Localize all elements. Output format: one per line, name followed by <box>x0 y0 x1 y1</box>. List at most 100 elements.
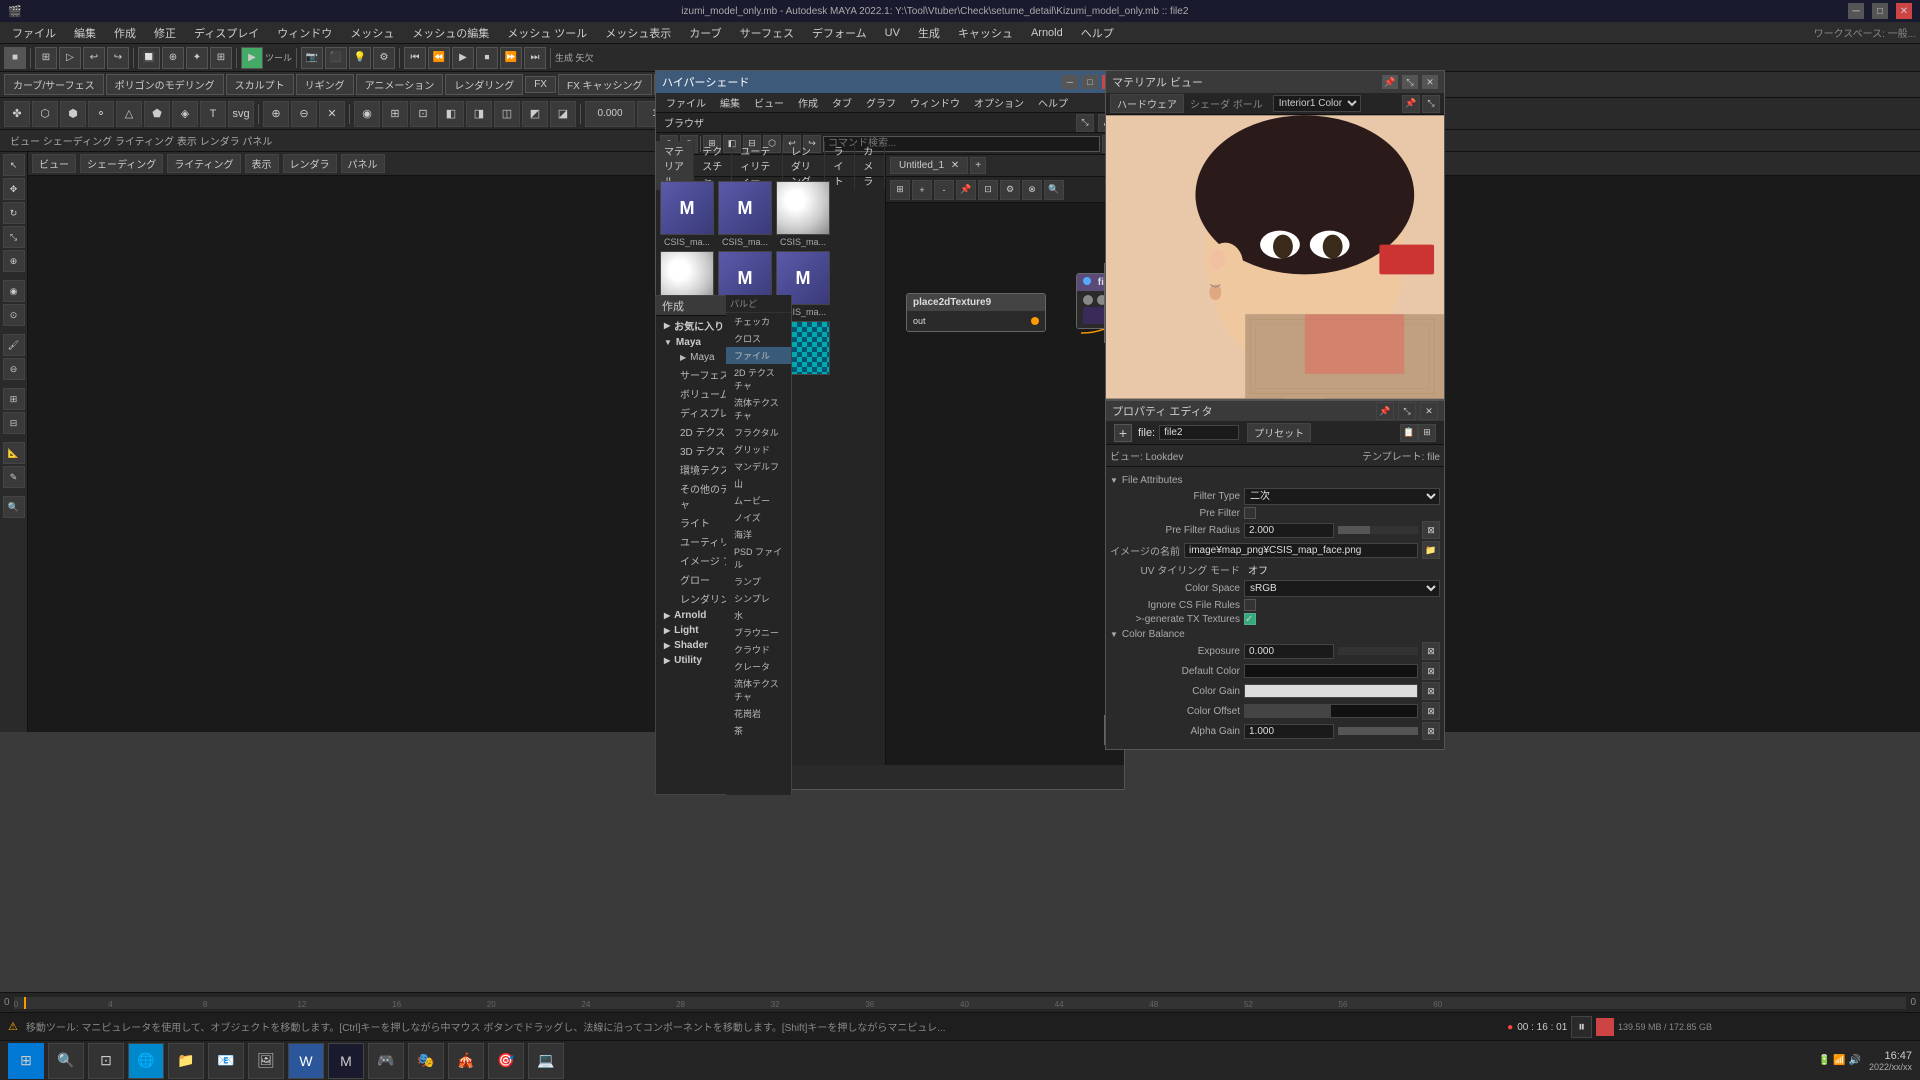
shelf-tab-polygon[interactable]: ポリゴンのモデリング <box>106 74 224 95</box>
taskbar-app-5[interactable]: 💻 <box>528 1043 564 1079</box>
playback-end[interactable]: ⏭ <box>524 47 546 69</box>
property-editor[interactable]: プロパティ エディタ 📌 ⤡ ✕ + file: プリセット 📋 ⊞ ビュー: … <box>1105 400 1445 750</box>
task-view-button[interactable]: ⊡ <box>88 1043 124 1079</box>
mp-pin[interactable]: 📌 <box>1382 75 1398 89</box>
place2d-node[interactable]: place2dTexture9 out <box>906 293 1046 332</box>
menu-display[interactable]: ディスプレイ <box>186 23 267 43</box>
playback-stop-btn[interactable] <box>1596 1018 1614 1036</box>
playback-stop[interactable]: ⏹ <box>476 47 498 69</box>
menu-help[interactable]: ヘルプ <box>1073 23 1122 43</box>
ng-filter[interactable]: ⊗ <box>1022 180 1042 200</box>
pe-pre-filter-checkbox[interactable] <box>1244 507 1256 519</box>
pe-imgname-input[interactable] <box>1184 543 1418 558</box>
menu-arnold[interactable]: Arnold <box>1023 25 1071 41</box>
vp-panel[interactable]: パネル <box>341 154 385 173</box>
menu-modify[interactable]: 修正 <box>146 23 184 43</box>
nc-shelf-grid[interactable]: グリッド <box>726 441 791 458</box>
lt-grid[interactable]: ⊞ <box>3 388 25 410</box>
menu-create[interactable]: 作成 <box>106 23 144 43</box>
mp-expand[interactable]: ⤡ <box>1402 75 1418 89</box>
lt-rotate[interactable]: ↻ <box>3 202 25 224</box>
pe-file-input[interactable] <box>1159 425 1239 440</box>
pe-dc-reset[interactable]: ⊠ <box>1422 662 1440 680</box>
taskbar-app-2[interactable]: 🎭 <box>408 1043 444 1079</box>
ng-search[interactable]: 🔍 <box>1044 180 1064 200</box>
maya-taskbar[interactable]: M <box>328 1043 364 1079</box>
pe-pfr-input[interactable] <box>1244 523 1334 538</box>
mp-expand2[interactable]: ⤡ <box>1422 95 1440 113</box>
edge-browser[interactable]: 🌐 <box>128 1043 164 1079</box>
mp-close[interactable]: ✕ <box>1422 75 1438 89</box>
nc-shelf-browny[interactable]: ブラウニー <box>726 624 791 641</box>
nc-shelf-tea[interactable]: 茶 <box>726 722 791 739</box>
mp-preset-select[interactable]: Interior1 Color <box>1273 95 1361 112</box>
material-preview-window[interactable]: マテリアル ビュー 📌 ⤡ ✕ ハードウェア シェーダ ボール Interior… <box>1105 70 1445 400</box>
pe-tb-1[interactable]: 📋 <box>1400 424 1418 442</box>
lt-search[interactable]: 🔍 <box>3 496 25 518</box>
ng-settings[interactable]: ⚙ <box>1000 180 1020 200</box>
shelf-tab-rigging[interactable]: リギング <box>296 74 354 95</box>
shelf-icon-19[interactable]: ◩ <box>522 101 548 127</box>
pe-cg-swatch[interactable] <box>1244 684 1418 698</box>
start-button[interactable]: ⊞ <box>8 1043 44 1079</box>
nc-shelf-ramp[interactable]: ランプ <box>726 573 791 590</box>
pe-preset-btn[interactable]: プリセット <box>1247 423 1311 442</box>
hs-maximize[interactable]: □ <box>1082 75 1098 89</box>
shelf-tab-sculpt[interactable]: スカルプト <box>226 74 294 95</box>
snap-4[interactable]: ⊞ <box>210 47 232 69</box>
mat-item-2[interactable]: CSIS_ma... <box>776 181 830 247</box>
playback-play[interactable]: ▶ <box>452 47 474 69</box>
select-tool[interactable]: ■ <box>4 47 26 69</box>
hs-menu-window[interactable]: ウィンドウ <box>904 94 966 111</box>
ng-pin[interactable]: 📌 <box>956 180 976 200</box>
hs-menu-tab[interactable]: タブ <box>826 94 858 111</box>
lt-select[interactable]: ↖ <box>3 154 25 176</box>
taskbar-app-4[interactable]: 🎯 <box>488 1043 524 1079</box>
hs-minimize[interactable]: ─ <box>1062 75 1078 89</box>
playback-next[interactable]: ⏩ <box>500 47 522 69</box>
pe-pfr-reset[interactable]: ⊠ <box>1422 521 1440 539</box>
shelf-icon-12[interactable]: ✕ <box>319 101 345 127</box>
ng-zoom-in[interactable]: + <box>912 180 932 200</box>
pe-dc-swatch[interactable] <box>1244 664 1418 678</box>
ng-fit[interactable]: ⊞ <box>890 180 910 200</box>
folder-button[interactable]: 📁 <box>168 1043 204 1079</box>
nc-shelf-fluid[interactable]: 流体テクスチャ <box>726 394 791 424</box>
vp-show[interactable]: 表示 <box>245 154 279 173</box>
nc-shelf-fluid2[interactable]: 流体テクスチャ <box>726 675 791 705</box>
pe-pin[interactable]: 📌 <box>1376 402 1394 420</box>
mat-item-1[interactable]: M CSIS_ma... <box>718 181 772 247</box>
lt-transform[interactable]: ⊕ <box>3 250 25 272</box>
node-graph-canvas[interactable]: place2dTexture9 out file <box>886 203 1124 765</box>
search-button[interactable]: 🔍 <box>48 1043 84 1079</box>
lt-sculpt[interactable]: ⊖ <box>3 358 25 380</box>
menu-edit[interactable]: 編集 <box>66 23 104 43</box>
pe-expand[interactable]: ⤡ <box>1398 402 1416 420</box>
transform-select[interactable]: ▶ <box>241 47 263 69</box>
shelf-icon-1[interactable]: ✤ <box>4 101 30 127</box>
shelf-icon-11[interactable]: ⊖ <box>291 101 317 127</box>
playback-start[interactable]: ⏮ <box>404 47 426 69</box>
taskbar-app-3[interactable]: 🎪 <box>448 1043 484 1079</box>
render-btn[interactable]: ⬛ <box>325 47 347 69</box>
minimize-button[interactable]: ─ <box>1848 3 1864 19</box>
snap-2[interactable]: ⊕ <box>162 47 184 69</box>
vp-shading[interactable]: シェーディング <box>80 154 163 173</box>
nc-shelf-psd[interactable]: PSD ファイル <box>726 543 791 573</box>
shelf-icon-16[interactable]: ◧ <box>438 101 464 127</box>
shelf-icon-4[interactable]: ⚬ <box>88 101 114 127</box>
shelf-icon-14[interactable]: ⊞ <box>382 101 408 127</box>
hs-menu-file[interactable]: ファイル <box>660 94 712 111</box>
shelf-icon-2[interactable]: ⬡ <box>32 101 58 127</box>
ng-tab-untitled[interactable]: Untitled_1 ✕ <box>890 157 968 174</box>
shelf-tab-animation[interactable]: アニメーション <box>356 74 444 95</box>
nc-shelf-movie[interactable]: ムービー <box>726 492 791 509</box>
shelf-icon-6[interactable]: ⬟ <box>144 101 170 127</box>
menu-file[interactable]: ファイル <box>4 23 64 43</box>
tool-1[interactable]: ⊞ <box>35 47 57 69</box>
mat-item-0[interactable]: M CSIS_ma... <box>660 181 714 247</box>
pe-close[interactable]: ✕ <box>1420 402 1438 420</box>
shelf-icon-8[interactable]: T <box>200 101 226 127</box>
photos-button[interactable]: 🖼 <box>248 1043 284 1079</box>
mp-pin2[interactable]: 📌 <box>1402 95 1420 113</box>
